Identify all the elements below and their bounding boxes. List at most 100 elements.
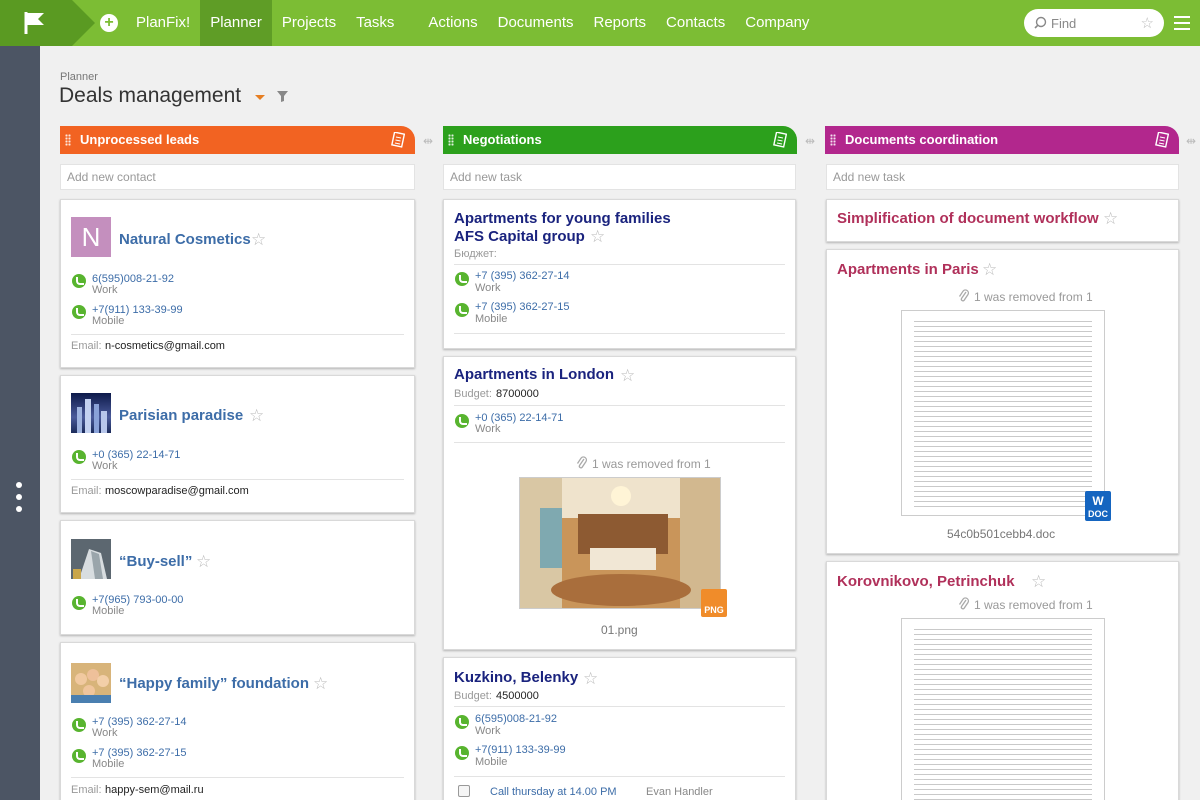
phone-number[interactable]: +7(911) 133-39-99 (475, 744, 566, 756)
favorites-star-icon[interactable]: ☆ (1141, 14, 1154, 32)
card-title[interactable]: Parisian paradise (119, 407, 243, 424)
file-name[interactable]: 54c0b501cebb4.doc (947, 527, 1055, 541)
star-icon[interactable]: ☆ (1031, 573, 1046, 590)
nav-actions[interactable]: Actions (418, 0, 487, 46)
column-header-negotiations[interactable]: Negotiations (443, 126, 797, 154)
budget-label: Бюджет: (454, 248, 497, 260)
nav-app-name[interactable]: PlanFix! (126, 0, 200, 46)
card-title[interactable]: Kuzkino, Belenky (454, 669, 578, 686)
search-placeholder: Find (1051, 16, 1077, 31)
column-header-documents-coordination[interactable]: Documents coordination (825, 126, 1179, 154)
column-separator-icon[interactable]: ⇹ (805, 134, 815, 148)
add-contact-input[interactable]: Add new contact (60, 164, 415, 190)
notebook-icon[interactable] (391, 132, 405, 148)
drag-handle-icon[interactable] (830, 134, 836, 146)
phone-type: Mobile (92, 315, 125, 327)
budget-label: Budget: (454, 388, 492, 400)
column-separator-icon[interactable]: ⇹ (423, 134, 433, 148)
add-task-input[interactable]: Add new task (443, 164, 796, 190)
lead-card[interactable]: “Happy family” foundation ☆ +7 (395) 362… (60, 642, 415, 800)
card-title-line1[interactable]: Apartments for young families (454, 210, 671, 227)
phone-number[interactable]: +7 (395) 362-27-15 (475, 301, 569, 313)
star-icon[interactable]: ☆ (249, 407, 264, 424)
png-file-icon: PNG (701, 589, 727, 617)
drag-handle-icon[interactable] (448, 134, 454, 146)
star-icon[interactable]: ☆ (590, 228, 605, 245)
email-value[interactable]: happy-sem@mail.ru (105, 784, 204, 796)
subtask-assignee[interactable]: Evan Handler (646, 786, 713, 798)
nav-contacts[interactable]: Contacts (656, 0, 735, 46)
star-icon[interactable]: ☆ (196, 553, 211, 570)
menu-icon[interactable] (1174, 16, 1190, 34)
search-input[interactable]: Find ☆ (1024, 9, 1164, 37)
breadcrumb[interactable]: Planner (60, 71, 98, 83)
column-title: Unprocessed leads (80, 132, 200, 147)
card-title[interactable]: Apartments in London (454, 366, 614, 383)
task-checkbox[interactable] (458, 785, 470, 797)
card-title-line2[interactable]: AFS Capital group (454, 228, 585, 245)
divider (454, 405, 785, 406)
email-value[interactable]: moscowparadise@gmail.com (105, 485, 249, 497)
phone-number[interactable]: +7 (395) 362-27-14 (475, 270, 569, 282)
email-value[interactable]: n-cosmetics@gmail.com (105, 340, 225, 352)
notebook-icon[interactable] (773, 132, 787, 148)
nav-company[interactable]: Company (735, 0, 819, 46)
card-title[interactable]: “Buy-sell” (119, 553, 192, 570)
phone-type: Work (92, 460, 118, 472)
divider (71, 479, 404, 480)
card-title[interactable]: Korovnikovo, Petrinchuk (837, 573, 1015, 590)
title-dropdown-icon[interactable] (255, 95, 265, 100)
star-icon[interactable]: ☆ (251, 231, 266, 248)
more-vertical-icon[interactable] (16, 482, 22, 518)
add-task-input[interactable]: Add new task (826, 164, 1179, 190)
subtask-text[interactable]: Call thursday at 14.00 PM (490, 786, 617, 798)
task-card[interactable]: Kuzkino, Belenky ☆ Budget: 4500000 6(595… (443, 657, 796, 800)
phone-type: Mobile (475, 756, 508, 768)
phone-number[interactable]: 6(595)008-21-92 (475, 713, 557, 725)
lead-card[interactable]: Parisian paradise ☆ +0 (365) 22-14-71 Wo… (60, 375, 415, 513)
task-card[interactable]: Apartments for young families AFS Capita… (443, 199, 796, 349)
add-icon[interactable]: + (100, 14, 118, 32)
phone-icon (455, 746, 469, 760)
nav-projects[interactable]: Projects (272, 0, 346, 46)
nav-reports[interactable]: Reports (584, 0, 657, 46)
column-header-unprocessed-leads[interactable]: Unprocessed leads (60, 126, 415, 154)
budget-value: 4500000 (496, 690, 539, 702)
attachment-document-preview[interactable] (901, 310, 1105, 516)
file-name[interactable]: 01.png (601, 623, 638, 637)
star-icon[interactable]: ☆ (982, 261, 997, 278)
nav-documents[interactable]: Documents (488, 0, 584, 46)
card-title[interactable]: Apartments in Paris (837, 261, 979, 278)
doc-file-icon: DOC (1085, 491, 1111, 521)
task-card[interactable]: Apartments in London ☆ Budget: 8700000 +… (443, 356, 796, 650)
task-card[interactable]: Korovnikovo, Petrinchuk ☆ 1 was removed … (826, 561, 1179, 800)
card-title[interactable]: “Happy family” foundation (119, 675, 309, 692)
star-icon[interactable]: ☆ (583, 670, 598, 687)
phone-type: Work (475, 282, 501, 294)
star-icon[interactable]: ☆ (313, 675, 328, 692)
star-icon[interactable]: ☆ (1103, 210, 1118, 227)
attachment-document-preview[interactable] (901, 618, 1105, 800)
divider (454, 442, 785, 443)
avatar (71, 663, 111, 703)
nav-tasks[interactable]: Tasks (346, 0, 418, 46)
notebook-icon[interactable] (1155, 132, 1169, 148)
column-separator-icon[interactable]: ⇹ (1186, 134, 1196, 148)
paperclip-icon (576, 456, 588, 469)
phone-icon (72, 596, 86, 610)
lead-card[interactable]: “Buy-sell” ☆ +7(965) 793-00-00 Mobile (60, 520, 415, 635)
lead-card[interactable]: N Natural Cosmetics ☆ 6(595)008-21-92 Wo… (60, 199, 415, 368)
task-card[interactable]: Apartments in Paris ☆ 1 was removed from… (826, 249, 1179, 554)
main-nav: PlanFix! Planner Projects Tasks Actions … (126, 0, 819, 46)
drag-handle-icon[interactable] (65, 134, 71, 146)
logo[interactable] (0, 0, 72, 46)
divider (454, 264, 785, 265)
nav-planner[interactable]: Planner (200, 0, 272, 46)
star-icon[interactable]: ☆ (620, 367, 635, 384)
card-title[interactable]: Natural Cosmetics (119, 231, 251, 248)
card-title[interactable]: Simplification of document workflow (837, 210, 1099, 227)
attachment-image[interactable] (519, 477, 721, 609)
phone-type: Work (475, 725, 501, 737)
filter-icon[interactable] (277, 91, 288, 102)
task-card[interactable]: Simplification of document workflow ☆ (826, 199, 1179, 242)
